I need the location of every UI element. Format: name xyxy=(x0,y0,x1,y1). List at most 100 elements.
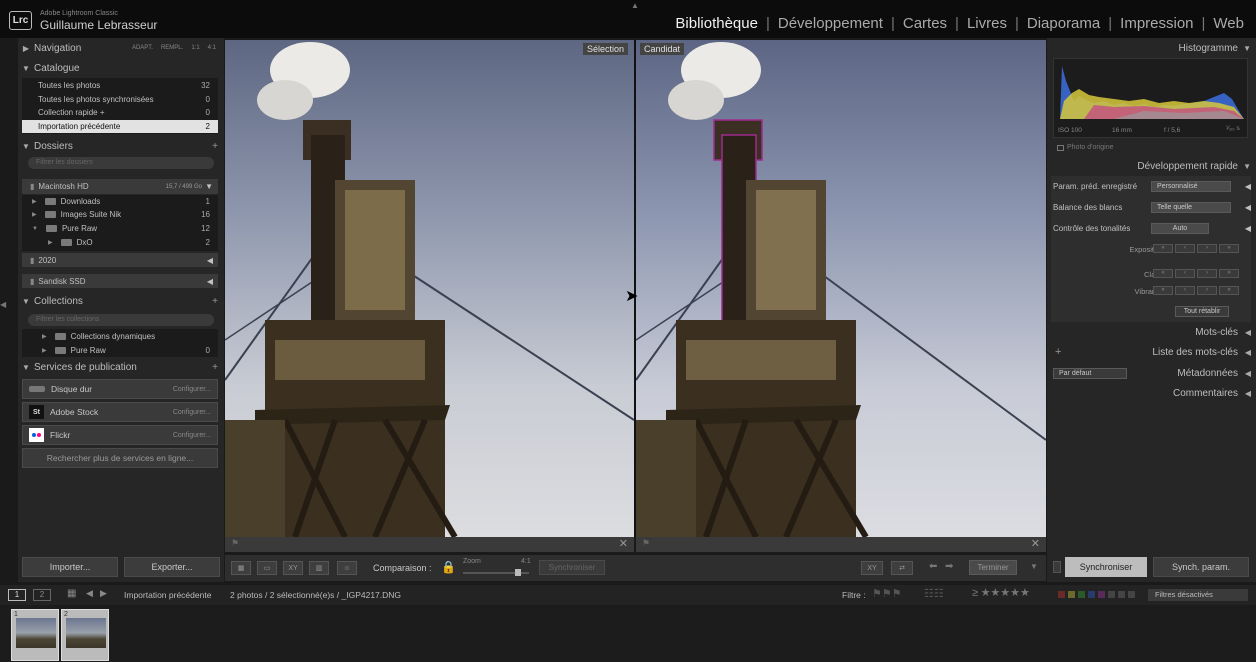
collapse-icon[interactable]: ◀ xyxy=(1245,203,1251,212)
flag-icon[interactable]: ⚑ xyxy=(642,538,650,549)
filter-status-select[interactable]: Filtres désactivés xyxy=(1148,589,1248,601)
quick-develop-header[interactable]: Développement rapide ▼ xyxy=(1047,157,1256,175)
import-button[interactable]: Importer... xyxy=(22,557,118,577)
grid-view-icon[interactable]: ▦ xyxy=(231,561,251,575)
histogram[interactable]: ISO 100 16 mm f / 5,6 ¹⁄₈₀ s xyxy=(1053,58,1248,138)
saved-preset-select[interactable]: Personnalisé xyxy=(1151,180,1231,192)
catalogue-item-previous-import[interactable]: Importation précédente 2 xyxy=(22,120,218,133)
sync-toggle-switch[interactable] xyxy=(1053,561,1061,573)
next-photo-icon[interactable]: ➡ xyxy=(945,561,953,572)
volume-sandisk-ssd[interactable]: ▮ Sandisk SSD ◀ xyxy=(22,274,218,288)
left-panel-toggle-icon[interactable]: ◀ xyxy=(0,300,8,309)
comments-header[interactable]: Commentaires ◀ xyxy=(1047,384,1256,402)
reset-all-button[interactable]: Tout rétablir xyxy=(1175,306,1229,317)
module-diaporama[interactable]: Diaporama xyxy=(1027,15,1100,32)
module-impression[interactable]: Impression xyxy=(1120,15,1193,32)
close-candidate-icon[interactable]: ✕ xyxy=(1031,537,1040,550)
navigation-header[interactable]: ▶ Navigation ADAPT. REMPL. 1:1 4:1 xyxy=(18,39,224,57)
loupe-view-icon[interactable]: ▭ xyxy=(257,561,277,575)
exposure-inc[interactable]: › xyxy=(1197,244,1217,253)
rating-filter[interactable]: ≥ ★★★★★ xyxy=(972,586,1030,599)
add-folder-icon[interactable]: + xyxy=(212,141,218,152)
grid-icon[interactable]: ▦ xyxy=(67,588,76,599)
module-cartes[interactable]: Cartes xyxy=(903,15,947,32)
clarity-dec[interactable]: ‹ xyxy=(1175,269,1195,278)
second-window-button[interactable]: 2 xyxy=(33,589,51,601)
main-window-button[interactable]: 1 xyxy=(8,589,26,601)
nav-fit-option[interactable]: ADAPT. xyxy=(132,45,153,51)
keywording-header[interactable]: Mots-clés ◀ xyxy=(1047,323,1256,341)
module-livres[interactable]: Livres xyxy=(967,15,1007,32)
vibrance-inc[interactable]: › xyxy=(1197,286,1217,295)
edit-filter-icons[interactable]: ☷☷ xyxy=(924,587,944,600)
module-bibliotheque[interactable]: Bibliothèque xyxy=(675,15,758,32)
folder-images-suite-nik[interactable]: ▶ Images Suite Nik 16 xyxy=(22,208,218,221)
catalogue-item-synced[interactable]: Toutes les photos synchronisées 0 xyxy=(22,93,218,106)
flag-icon[interactable]: ⚑ xyxy=(231,538,239,549)
make-select-icon[interactable]: ⇄ xyxy=(891,561,913,575)
lock-icon[interactable]: 🔒 xyxy=(441,560,456,574)
photo-select[interactable]: Sélection xyxy=(225,40,634,537)
add-collection-icon[interactable]: + xyxy=(212,296,218,307)
vibrance-dec[interactable]: ‹ xyxy=(1175,286,1195,295)
volume-expand-icon[interactable]: ▼ xyxy=(205,182,213,191)
survey-view-icon[interactable]: ▥ xyxy=(309,561,329,575)
volume-collapse-icon[interactable]: ◀ xyxy=(207,277,213,286)
histogram-header[interactable]: Histogramme ▼ xyxy=(1047,39,1256,57)
collections-header[interactable]: ▼ Collections + xyxy=(18,292,224,310)
color-label-filter[interactable] xyxy=(1058,591,1135,598)
metadata-header[interactable]: Par défaut Métadonnées ◀ xyxy=(1047,364,1256,382)
folder-downloads[interactable]: ▶ Downloads 1 xyxy=(22,195,218,208)
top-panel-toggle-icon[interactable]: ▲ xyxy=(631,1,639,10)
collapse-icon[interactable]: ◀ xyxy=(1245,224,1251,233)
filmstrip-thumb[interactable]: 1 xyxy=(11,609,59,661)
clarity-inc-large[interactable]: » xyxy=(1219,269,1239,278)
synchronize-button[interactable]: Synchroniser xyxy=(1065,557,1147,577)
original-photo-toggle[interactable]: Photo d'origine xyxy=(1057,144,1113,151)
volume-macintosh-hd[interactable]: ▮ Macintosh HD 15,7 / 499 Go ▼ xyxy=(22,179,218,194)
metadata-preset-select[interactable]: Par défaut xyxy=(1053,367,1127,379)
swap-icon[interactable]: XY xyxy=(861,561,883,575)
folders-search-input[interactable]: Filtrer les dossiers xyxy=(28,157,214,169)
forward-icon[interactable]: ▶ xyxy=(100,588,107,599)
filmstrip-source[interactable]: Importation précédente xyxy=(124,590,211,600)
add-keyword-icon[interactable]: + xyxy=(1055,346,1061,358)
back-icon[interactable]: ◀ xyxy=(86,588,93,599)
catalogue-item-quick-collection[interactable]: Collection rapide +0 xyxy=(22,106,218,119)
exposure-inc-large[interactable]: » xyxy=(1219,244,1239,253)
catalogue-header[interactable]: ▼ Catalogue xyxy=(18,59,224,77)
collection-pure-raw[interactable]: ▶ Pure Raw 0 xyxy=(22,344,218,357)
nav-4-1-option[interactable]: 4:1 xyxy=(208,45,216,51)
folder-dxo[interactable]: ▶ DxO 2 xyxy=(22,236,218,249)
collection-set-dynamic[interactable]: ▶ Collections dynamiques xyxy=(22,330,218,343)
publish-services-header[interactable]: ▼ Services de publication + xyxy=(18,358,224,376)
vibrance-inc-large[interactable]: » xyxy=(1219,286,1239,295)
folder-pure-raw[interactable]: ▼ Pure Raw 12 xyxy=(22,222,218,235)
close-select-icon[interactable]: ✕ xyxy=(619,537,628,550)
module-developpement[interactable]: Développement xyxy=(778,15,883,32)
zoom-slider-handle[interactable] xyxy=(515,569,521,576)
add-publish-service-icon[interactable]: + xyxy=(212,362,218,373)
module-web[interactable]: Web xyxy=(1213,15,1244,32)
export-button[interactable]: Exporter... xyxy=(124,557,220,577)
toolbar-menu-icon[interactable]: ▼ xyxy=(1030,562,1038,571)
publish-hard-drive[interactable]: Disque dur Configurer... xyxy=(22,379,218,399)
keyword-list-header[interactable]: + Liste des mots-clés ◀ xyxy=(1047,343,1256,361)
collapse-icon[interactable]: ◀ xyxy=(1245,182,1251,191)
catalogue-item-all-photos[interactable]: Toutes les photos 32 xyxy=(22,79,218,92)
flag-filter-icons[interactable]: ⚑⚑⚑ xyxy=(872,587,902,600)
exposure-dec[interactable]: ‹ xyxy=(1175,244,1195,253)
compare-view-icon[interactable]: XY xyxy=(283,561,303,575)
folders-header[interactable]: ▼ Dossiers + xyxy=(18,137,224,155)
sync-settings-button[interactable]: Synch. param. xyxy=(1153,557,1249,577)
nav-1-1-option[interactable]: 1:1 xyxy=(191,45,199,51)
publish-flickr[interactable]: Flickr Configurer... xyxy=(22,425,218,445)
volume-2020[interactable]: ▮ 2020 ◀ xyxy=(22,253,218,267)
filmstrip-info[interactable]: 2 photos / 2 sélectionné(e)s / _IGP4217.… xyxy=(230,590,401,600)
exposure-dec-large[interactable]: « xyxy=(1153,244,1173,253)
publish-adobe-stock[interactable]: St Adobe Stock Configurer... xyxy=(22,402,218,422)
white-balance-select[interactable]: Telle quelle xyxy=(1151,201,1231,213)
vibrance-dec-large[interactable]: « xyxy=(1153,286,1173,295)
find-more-services-button[interactable]: Rechercher plus de services en ligne... xyxy=(22,448,218,468)
people-view-icon[interactable]: ☺ xyxy=(337,561,357,575)
